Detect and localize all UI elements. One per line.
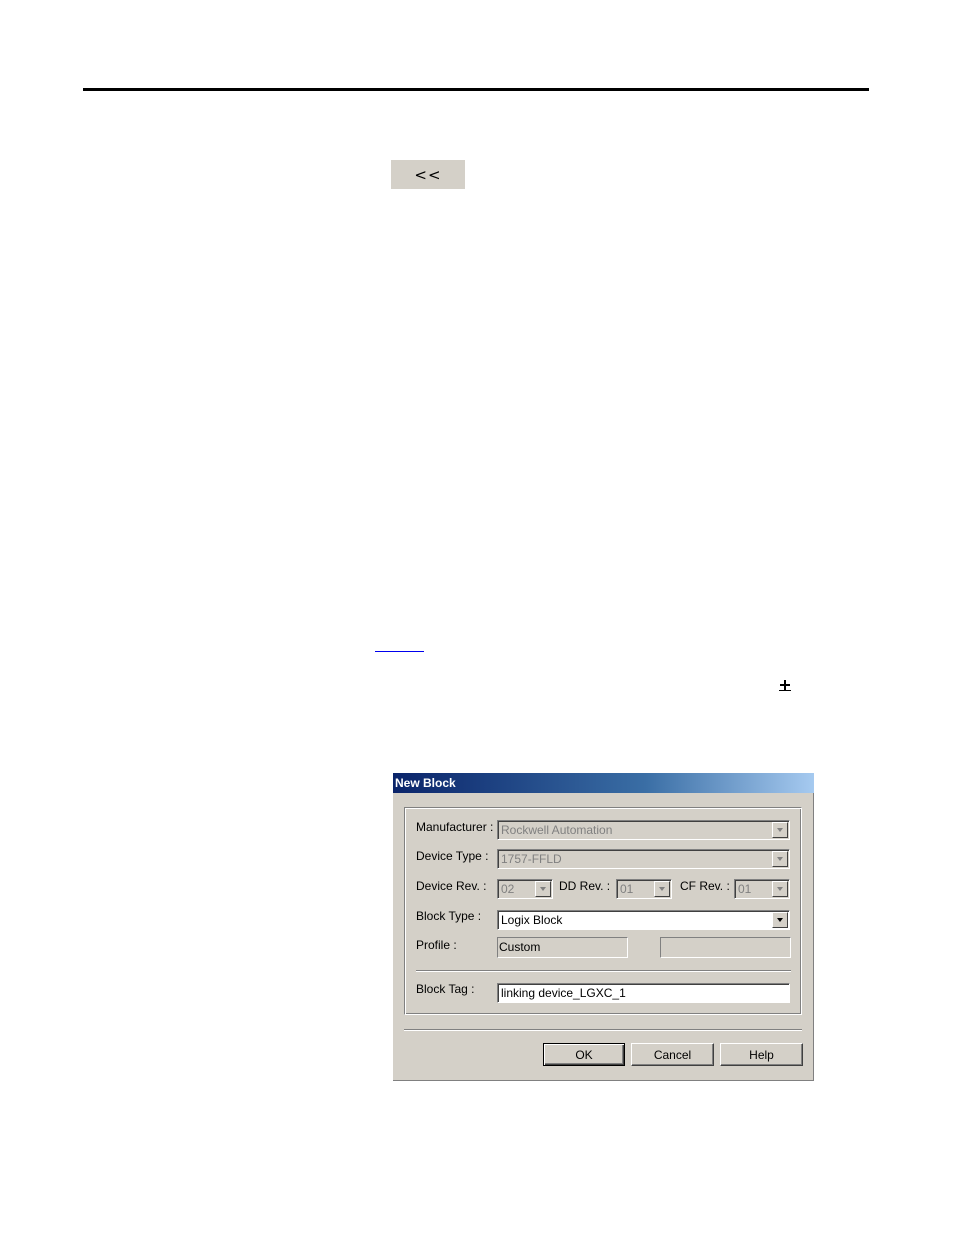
manufacturer-label: Manufacturer : [416,820,494,834]
button-separator [404,1029,802,1031]
block-type-value: Logix Block [501,913,563,927]
cancel-button[interactable]: Cancel [631,1043,714,1066]
device-type-select[interactable]: 1757-FFLD [497,849,790,869]
manufacturer-value: Rockwell Automation [501,823,613,837]
cf-rev-value: 01 [738,882,752,896]
block-tag-value: linking device_LGXC_1 [501,986,626,1000]
back-button[interactable]: << [391,160,465,189]
cf-rev-select[interactable]: 01 [734,879,790,899]
block-tag-label: Block Tag : [416,982,475,996]
dialog-titlebar[interactable]: New Block [393,773,814,793]
chevron-down-icon[interactable] [772,912,788,928]
device-rev-select[interactable]: 02 [497,879,553,899]
profile-secondary-field [660,937,791,958]
dialog-title: New Block [395,776,456,790]
manufacturer-select[interactable]: Rockwell Automation [497,820,790,840]
page-top-rule [83,88,869,91]
group-separator [416,970,791,972]
chevron-down-icon [772,881,788,897]
profile-field: Custom [497,937,628,958]
document-link[interactable] [375,637,424,652]
cf-rev-label: CF Rev. : [680,879,730,893]
dd-rev-select[interactable]: 01 [616,879,672,899]
chevron-down-icon [772,822,788,838]
profile-label: Profile : [416,938,457,952]
help-button[interactable]: Help [720,1043,803,1066]
device-type-value: 1757-FFLD [501,852,562,866]
device-rev-label: Device Rev. : [416,879,487,893]
block-tag-input[interactable]: linking device_LGXC_1 [497,983,790,1003]
block-type-label: Block Type : [416,909,482,923]
new-block-dialog: New Block Manufacturer : Rockwell Automa… [393,773,814,1081]
add-plus-icon [778,678,792,692]
chevron-down-icon [654,881,670,897]
profile-value: Custom [499,940,541,954]
ok-button[interactable]: OK [543,1043,625,1066]
dd-rev-value: 01 [620,882,634,896]
dd-rev-label: DD Rev. : [559,879,611,893]
chevron-down-icon [535,881,551,897]
chevron-down-icon [772,851,788,867]
block-type-select[interactable]: Logix Block [497,910,790,930]
device-type-label: Device Type : [416,849,489,863]
device-rev-value: 02 [501,882,515,896]
